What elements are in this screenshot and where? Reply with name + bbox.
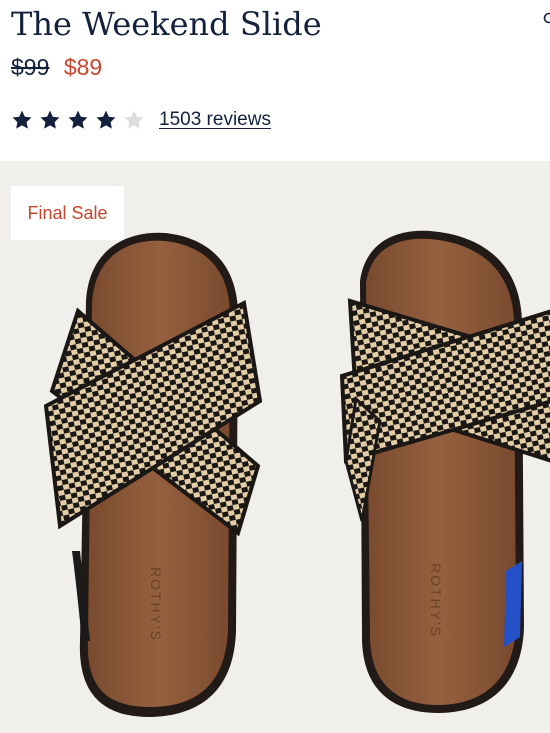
right-sole-brand: ROTHY'S — [428, 563, 444, 638]
product-image-area[interactable]: ROTHY'S ROTHY'S Final Sale — [0, 161, 550, 733]
star-rating — [11, 109, 145, 131]
product-image: ROTHY'S ROTHY'S — [43, 230, 550, 717]
search-icon[interactable] — [540, 12, 550, 26]
left-sole-brand: ROTHY'S — [148, 567, 164, 642]
original-price: $99 — [11, 54, 50, 80]
final-sale-badge: Final Sale — [11, 186, 124, 240]
left-sandal: ROTHY'S — [43, 232, 263, 717]
star-icon — [95, 109, 117, 131]
price-row: $99 $89 — [11, 54, 102, 84]
product-title: The Weekend Slide — [11, 5, 322, 43]
right-sandal: ROTHY'S — [339, 230, 550, 714]
star-icon — [39, 109, 61, 131]
star-icon — [67, 109, 89, 131]
star-icon — [123, 109, 145, 131]
sale-price: $89 — [63, 54, 103, 80]
reviews-link[interactable]: 1503 reviews — [159, 109, 271, 131]
rating-row: 1503 reviews — [11, 106, 271, 134]
star-icon — [11, 109, 33, 131]
